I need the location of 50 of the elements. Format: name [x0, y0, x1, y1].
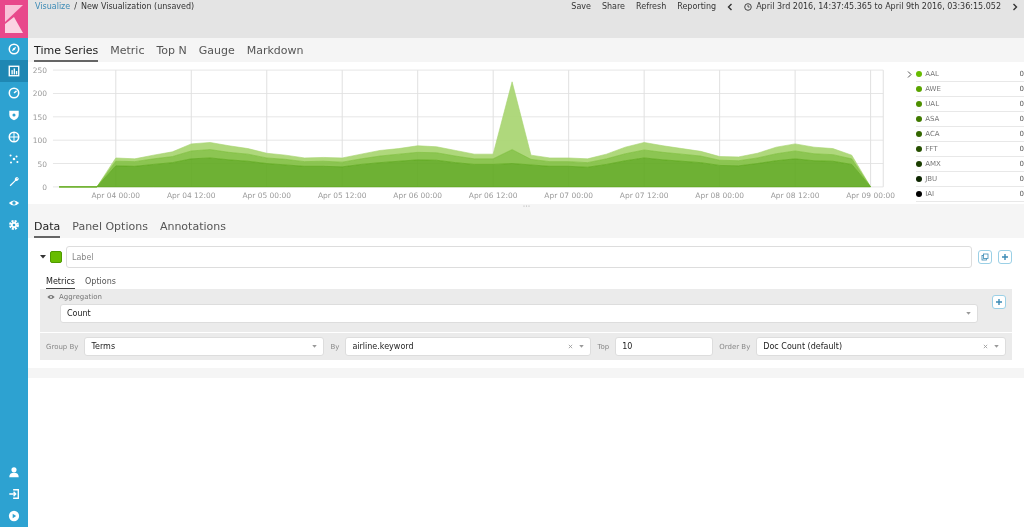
- tab[interactable]: Top N: [156, 44, 187, 62]
- logout-icon[interactable]: [8, 488, 20, 500]
- caret-icon[interactable]: [40, 255, 46, 259]
- group-by-select[interactable]: Terms: [84, 337, 325, 356]
- clock-icon: [744, 2, 753, 11]
- field-select[interactable]: airline.keyword: [345, 337, 592, 356]
- clear-icon[interactable]: [568, 344, 574, 349]
- menu-link[interactable]: Reporting: [677, 2, 717, 11]
- add-button[interactable]: [992, 295, 1006, 309]
- plus-icon: [1001, 253, 1009, 261]
- caret-icon: [579, 345, 585, 348]
- order-by-select[interactable]: Doc Count (default): [756, 337, 1006, 356]
- tab[interactable]: Annotations: [159, 220, 226, 238]
- settings-icon[interactable]: [8, 219, 20, 231]
- tab[interactable]: Markdown: [246, 44, 304, 62]
- clear-icon[interactable]: [983, 344, 988, 349]
- menu-link[interactable]: Share: [601, 2, 626, 11]
- compass-icon[interactable]: [8, 43, 20, 55]
- wrench-icon[interactable]: [8, 175, 20, 187]
- caret-icon: [966, 312, 971, 315]
- menu-link[interactable]: Save: [571, 2, 591, 11]
- bar-chart-icon[interactable]: [8, 65, 20, 77]
- color-swatch[interactable]: [50, 251, 62, 263]
- shield-icon[interactable]: [8, 109, 20, 121]
- play-icon[interactable]: [8, 510, 20, 522]
- label-field[interactable]: Label: [66, 246, 972, 268]
- add-button[interactable]: [998, 250, 1012, 264]
- tab[interactable]: Options: [85, 273, 116, 289]
- plus-icon: [995, 298, 1003, 306]
- eye-icon[interactable]: [47, 294, 55, 300]
- user-icon[interactable]: [8, 466, 20, 478]
- dots-icon[interactable]: [8, 153, 20, 165]
- tab[interactable]: Metric: [110, 44, 145, 62]
- sidebar-item[interactable]: [0, 60, 28, 82]
- clone-button[interactable]: [978, 250, 992, 264]
- caret-icon: [312, 345, 318, 348]
- time-range-link[interactable]: April 3rd 2016, 14:37:45.365 to April 9th 2016, 03:36:15.052: [756, 2, 1001, 11]
- caret-icon: [994, 345, 999, 348]
- menu-link[interactable]: Refresh: [636, 2, 667, 11]
- top-field[interactable]: 10: [615, 337, 714, 356]
- tab[interactable]: Gauge: [198, 44, 235, 62]
- breadcrumb-current: New Visualization (unsaved): [80, 2, 195, 11]
- gauge-icon[interactable]: [8, 87, 20, 99]
- chevron-left-icon[interactable]: [727, 2, 734, 11]
- globe-icon[interactable]: [8, 131, 20, 143]
- breadcrumb-separator: /: [74, 2, 77, 11]
- tab[interactable]: Panel Options: [72, 220, 148, 238]
- logo-icon[interactable]: [0, 0, 28, 38]
- chevron-right-icon[interactable]: [1012, 2, 1018, 11]
- aggregation-select[interactable]: Count: [60, 304, 978, 323]
